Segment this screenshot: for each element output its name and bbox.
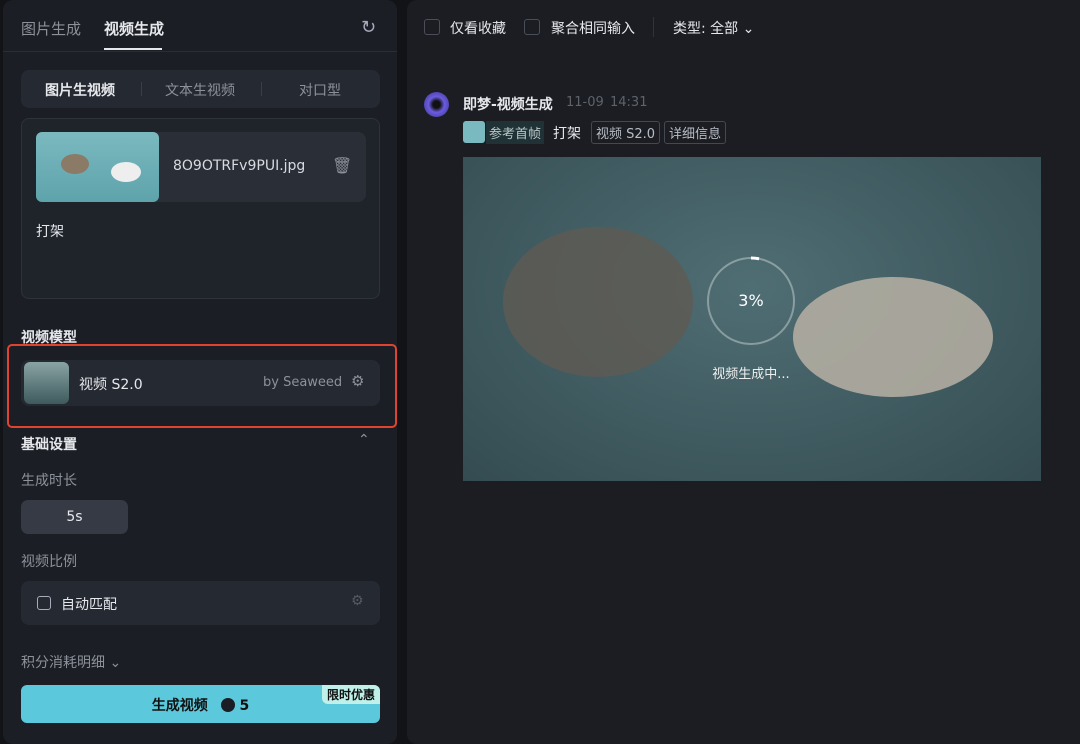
promo-badge: 限时优惠 [321, 685, 380, 704]
credit-cost: 5 [239, 698, 250, 714]
duration-option-5s[interactable]: 5s [21, 500, 128, 534]
credits-icon [220, 698, 235, 712]
generate-video-button[interactable]: 生成视频 5 限时优惠 [21, 685, 380, 723]
ratio-label: 视频比例 [21, 554, 77, 570]
prompt-input[interactable]: 打架 [36, 221, 64, 241]
ratio-value: 自动匹配 [61, 597, 117, 613]
upload-card: 8O9OTRFv9PUI.jpg 🗑 打架 [21, 118, 380, 299]
app-avatar [424, 92, 449, 117]
divider [3, 51, 397, 52]
favorites-label[interactable]: 仅看收藏 [450, 18, 506, 38]
merge-label[interactable]: 聚合相同输入 [551, 18, 635, 38]
tab-image-generation[interactable]: 图片生成 [21, 18, 81, 39]
model-selector[interactable]: 视频 S2.0 by Seaweed ⚙ [21, 360, 380, 406]
uploaded-file[interactable]: 8O9OTRFv9PUI.jpg 🗑 [36, 132, 366, 202]
merge-checkbox[interactable] [524, 19, 540, 35]
mode-lip-sync[interactable]: 对口型 [265, 80, 375, 100]
basic-settings-title[interactable]: 基础设置 [21, 434, 77, 454]
points-detail-label: 积分消耗明细 [21, 655, 105, 671]
chevron-down-icon: ⌄ [742, 21, 755, 37]
active-tab-indicator [104, 48, 162, 50]
generate-label: 生成视频 [151, 698, 208, 714]
ratio-selector[interactable]: 自动匹配 ⚙ [21, 581, 380, 625]
refresh-icon[interactable]: ↻ [361, 17, 376, 38]
file-name: 8O9OTRFv9PUI.jpg [173, 158, 306, 174]
mode-selector: 图片生视频 文本生视频 对口型 [21, 70, 380, 108]
points-detail-toggle[interactable]: 积分消耗明细 ⌄ [21, 652, 121, 672]
duration-label: 生成时长 [21, 473, 77, 489]
mode-image-to-video[interactable]: 图片生视频 [25, 80, 135, 100]
item-title: 即梦-视频生成 [463, 97, 553, 113]
divider [653, 17, 654, 37]
video-preview[interactable]: 3% 视频生成中... [463, 157, 1041, 481]
divider [261, 82, 262, 96]
type-filter-dropdown[interactable]: 类型: 全部 ⌄ [673, 18, 754, 38]
item-date: 11-09 [566, 95, 604, 110]
model-tag: 视频 S2.0 [591, 121, 661, 144]
left-panel: 图片生成 视频生成 ↻ 图片生视频 文本生视频 对口型 8O9OTRFv9PUI… [3, 0, 397, 744]
model-name: 视频 S2.0 [79, 377, 143, 393]
mode-text-to-video[interactable]: 文本生视频 [145, 80, 255, 100]
chevron-up-icon[interactable]: ⌃ [358, 432, 370, 448]
trash-icon[interactable]: 🗑 [332, 156, 352, 175]
aspect-ratio-icon [37, 596, 51, 610]
divider [141, 82, 142, 96]
item-prompt: 打架 [553, 126, 581, 142]
progress-percent: 3% [738, 291, 764, 310]
generation-status: 视频生成中... [712, 367, 790, 382]
reference-frame-label: 参考首帧 [486, 121, 545, 144]
model-author: by Seaweed [263, 375, 343, 390]
favorites-checkbox[interactable] [424, 19, 440, 35]
model-thumbnail [24, 362, 69, 404]
right-panel: 仅看收藏 聚合相同输入 类型: 全部 ⌄ 即梦-视频生成 11-09 14:31… [407, 0, 1080, 744]
reference-thumbnail[interactable] [463, 121, 485, 143]
type-filter-label: 类型: 全部 [673, 21, 739, 37]
chevron-down-icon: ⌄ [109, 655, 122, 671]
settings-sliders-icon[interactable]: ⚙ [351, 593, 364, 609]
tab-video-generation[interactable]: 视频生成 [104, 18, 164, 39]
settings-sliders-icon[interactable]: ⚙ [351, 372, 364, 390]
uploaded-image-thumbnail [36, 132, 159, 202]
kitten-image [503, 227, 693, 377]
details-tag[interactable]: 详细信息 [664, 121, 727, 144]
item-time: 14:31 [610, 95, 648, 110]
